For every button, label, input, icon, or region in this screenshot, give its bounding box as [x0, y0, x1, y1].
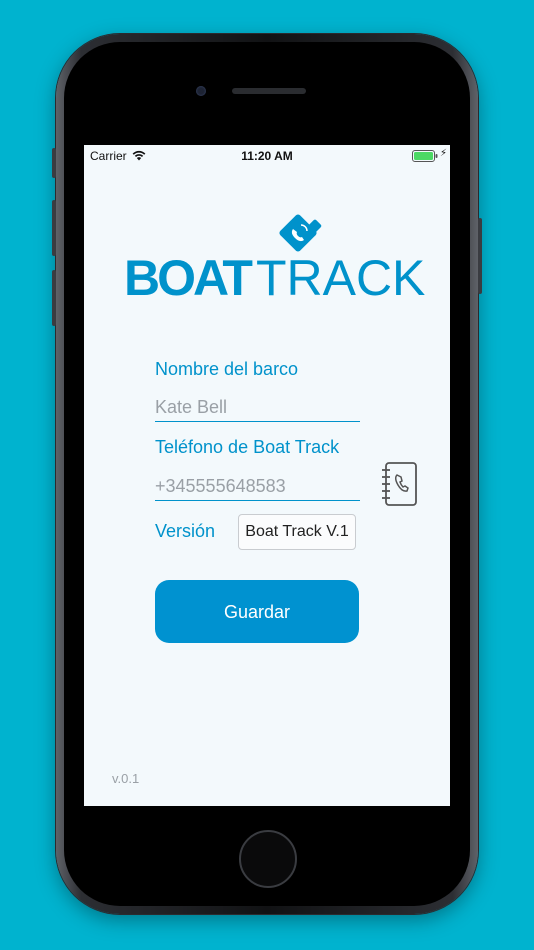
save-button[interactable]: Guardar [155, 580, 359, 643]
boat-name-label: Nombre del barco [155, 359, 299, 379]
status-time: 11:20 AM [241, 149, 293, 163]
battery-icon [412, 150, 438, 165]
earpiece-speaker [232, 88, 306, 94]
status-bar: Carrier 11:20 AM ⚡ [84, 145, 450, 167]
app-screen: Carrier 11:20 AM ⚡ BOAT TRACK Nombre del… [84, 145, 450, 806]
app-version-text: v.0.1 [112, 771, 140, 786]
mute-switch [52, 148, 56, 178]
contacts-book-icon[interactable] [380, 461, 420, 512]
power-button [478, 218, 482, 294]
boat-name-input[interactable] [155, 393, 360, 422]
front-camera [196, 86, 206, 96]
phone-label: Teléfono de Boat Track [155, 437, 340, 457]
version-label: Versión [155, 521, 216, 541]
volume-up-button [52, 200, 56, 256]
logo-word-track: TRACK [255, 250, 426, 306]
version-select[interactable]: Boat Track V.1 [238, 514, 356, 550]
phone-input[interactable] [155, 472, 360, 501]
charging-bolt-icon: ⚡ [440, 148, 448, 159]
volume-down-button [52, 270, 56, 326]
logo-word-boat: BOAT [124, 250, 253, 306]
home-button[interactable] [239, 830, 297, 888]
logo-wordmark: BOAT TRACK [124, 253, 425, 303]
